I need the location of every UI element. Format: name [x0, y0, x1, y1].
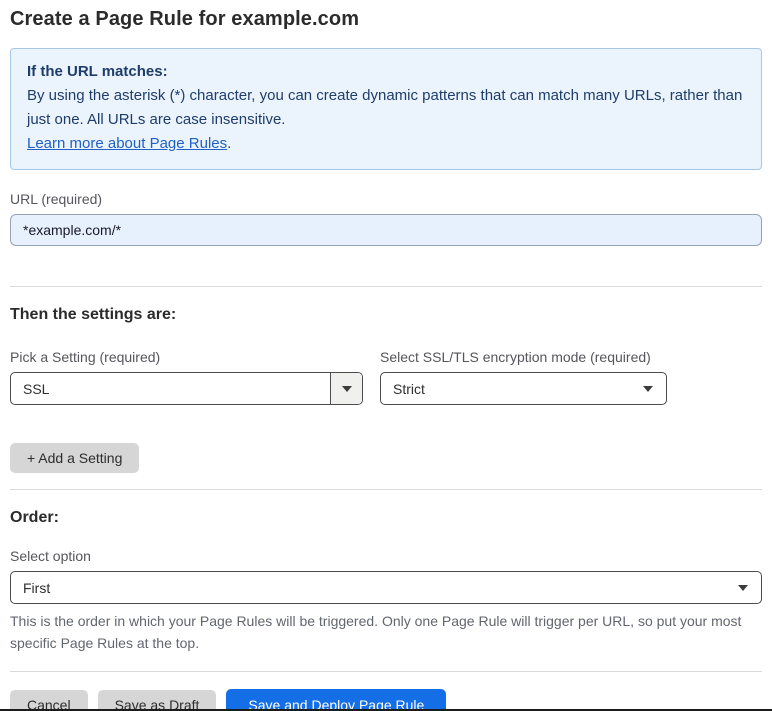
info-box-body: By using the asterisk (*) character, you… [27, 84, 745, 132]
save-as-draft-button[interactable]: Save as Draft [97, 689, 217, 711]
setting-select[interactable]: SSL [10, 372, 363, 405]
url-input[interactable] [10, 214, 762, 246]
link-suffix: . [227, 135, 232, 152]
setting-select-arrow-button[interactable] [330, 373, 362, 404]
save-and-deploy-button[interactable]: Save and Deploy Page Rule [226, 689, 447, 711]
order-select-value: First [23, 579, 51, 596]
chevron-down-icon [738, 584, 748, 591]
order-select[interactable]: First [10, 571, 762, 604]
settings-grid: Pick a Setting (required) SSL Select SSL… [10, 324, 762, 405]
ssl-mode-select-value: Strict [393, 380, 425, 397]
learn-more-link[interactable]: Learn more about Page Rules [27, 135, 227, 152]
chevron-down-icon [643, 385, 653, 392]
order-section-heading: Order: [10, 509, 59, 526]
url-field-label: URL (required) [10, 191, 103, 207]
order-select-arrow [738, 572, 761, 603]
create-page-rule-panel: Create a Page Rule for example.com If th… [0, 0, 772, 711]
footer-actions: Cancel Save as Draft Save and Deploy Pag… [10, 689, 762, 711]
add-setting-row: + Add a Setting [10, 443, 762, 473]
setting-select-value: SSL [23, 380, 50, 397]
chevron-down-icon [341, 385, 352, 392]
ssl-mode-select[interactable]: Strict [380, 372, 667, 405]
section-divider [10, 286, 762, 287]
section-divider [10, 489, 762, 490]
setting-select-label: Pick a Setting (required) [10, 349, 161, 365]
cancel-button[interactable]: Cancel [10, 689, 88, 711]
settings-section-heading: Then the settings are: [10, 306, 177, 323]
page-title: Create a Page Rule for example.com [10, 8, 360, 30]
mode-select-label: Select SSL/TLS encryption mode (required… [380, 349, 651, 365]
info-box-heading: If the URL matches: [27, 63, 168, 80]
add-setting-button[interactable]: + Add a Setting [10, 443, 140, 473]
ssl-mode-select-arrow [643, 373, 666, 404]
order-helper-text: This is the order in which your Page Rul… [10, 613, 742, 651]
mode-select-column: Select SSL/TLS encryption mode (required… [380, 324, 667, 405]
info-box-link-line: Learn more about Page Rules. [27, 132, 745, 156]
section-divider [10, 671, 762, 672]
order-select-label: Select option [10, 548, 91, 564]
info-box-body-text: By using the asterisk (*) character, you… [27, 87, 743, 128]
setting-select-column: Pick a Setting (required) SSL [10, 324, 363, 405]
url-match-info-box: If the URL matches: By using the asteris… [10, 48, 762, 170]
